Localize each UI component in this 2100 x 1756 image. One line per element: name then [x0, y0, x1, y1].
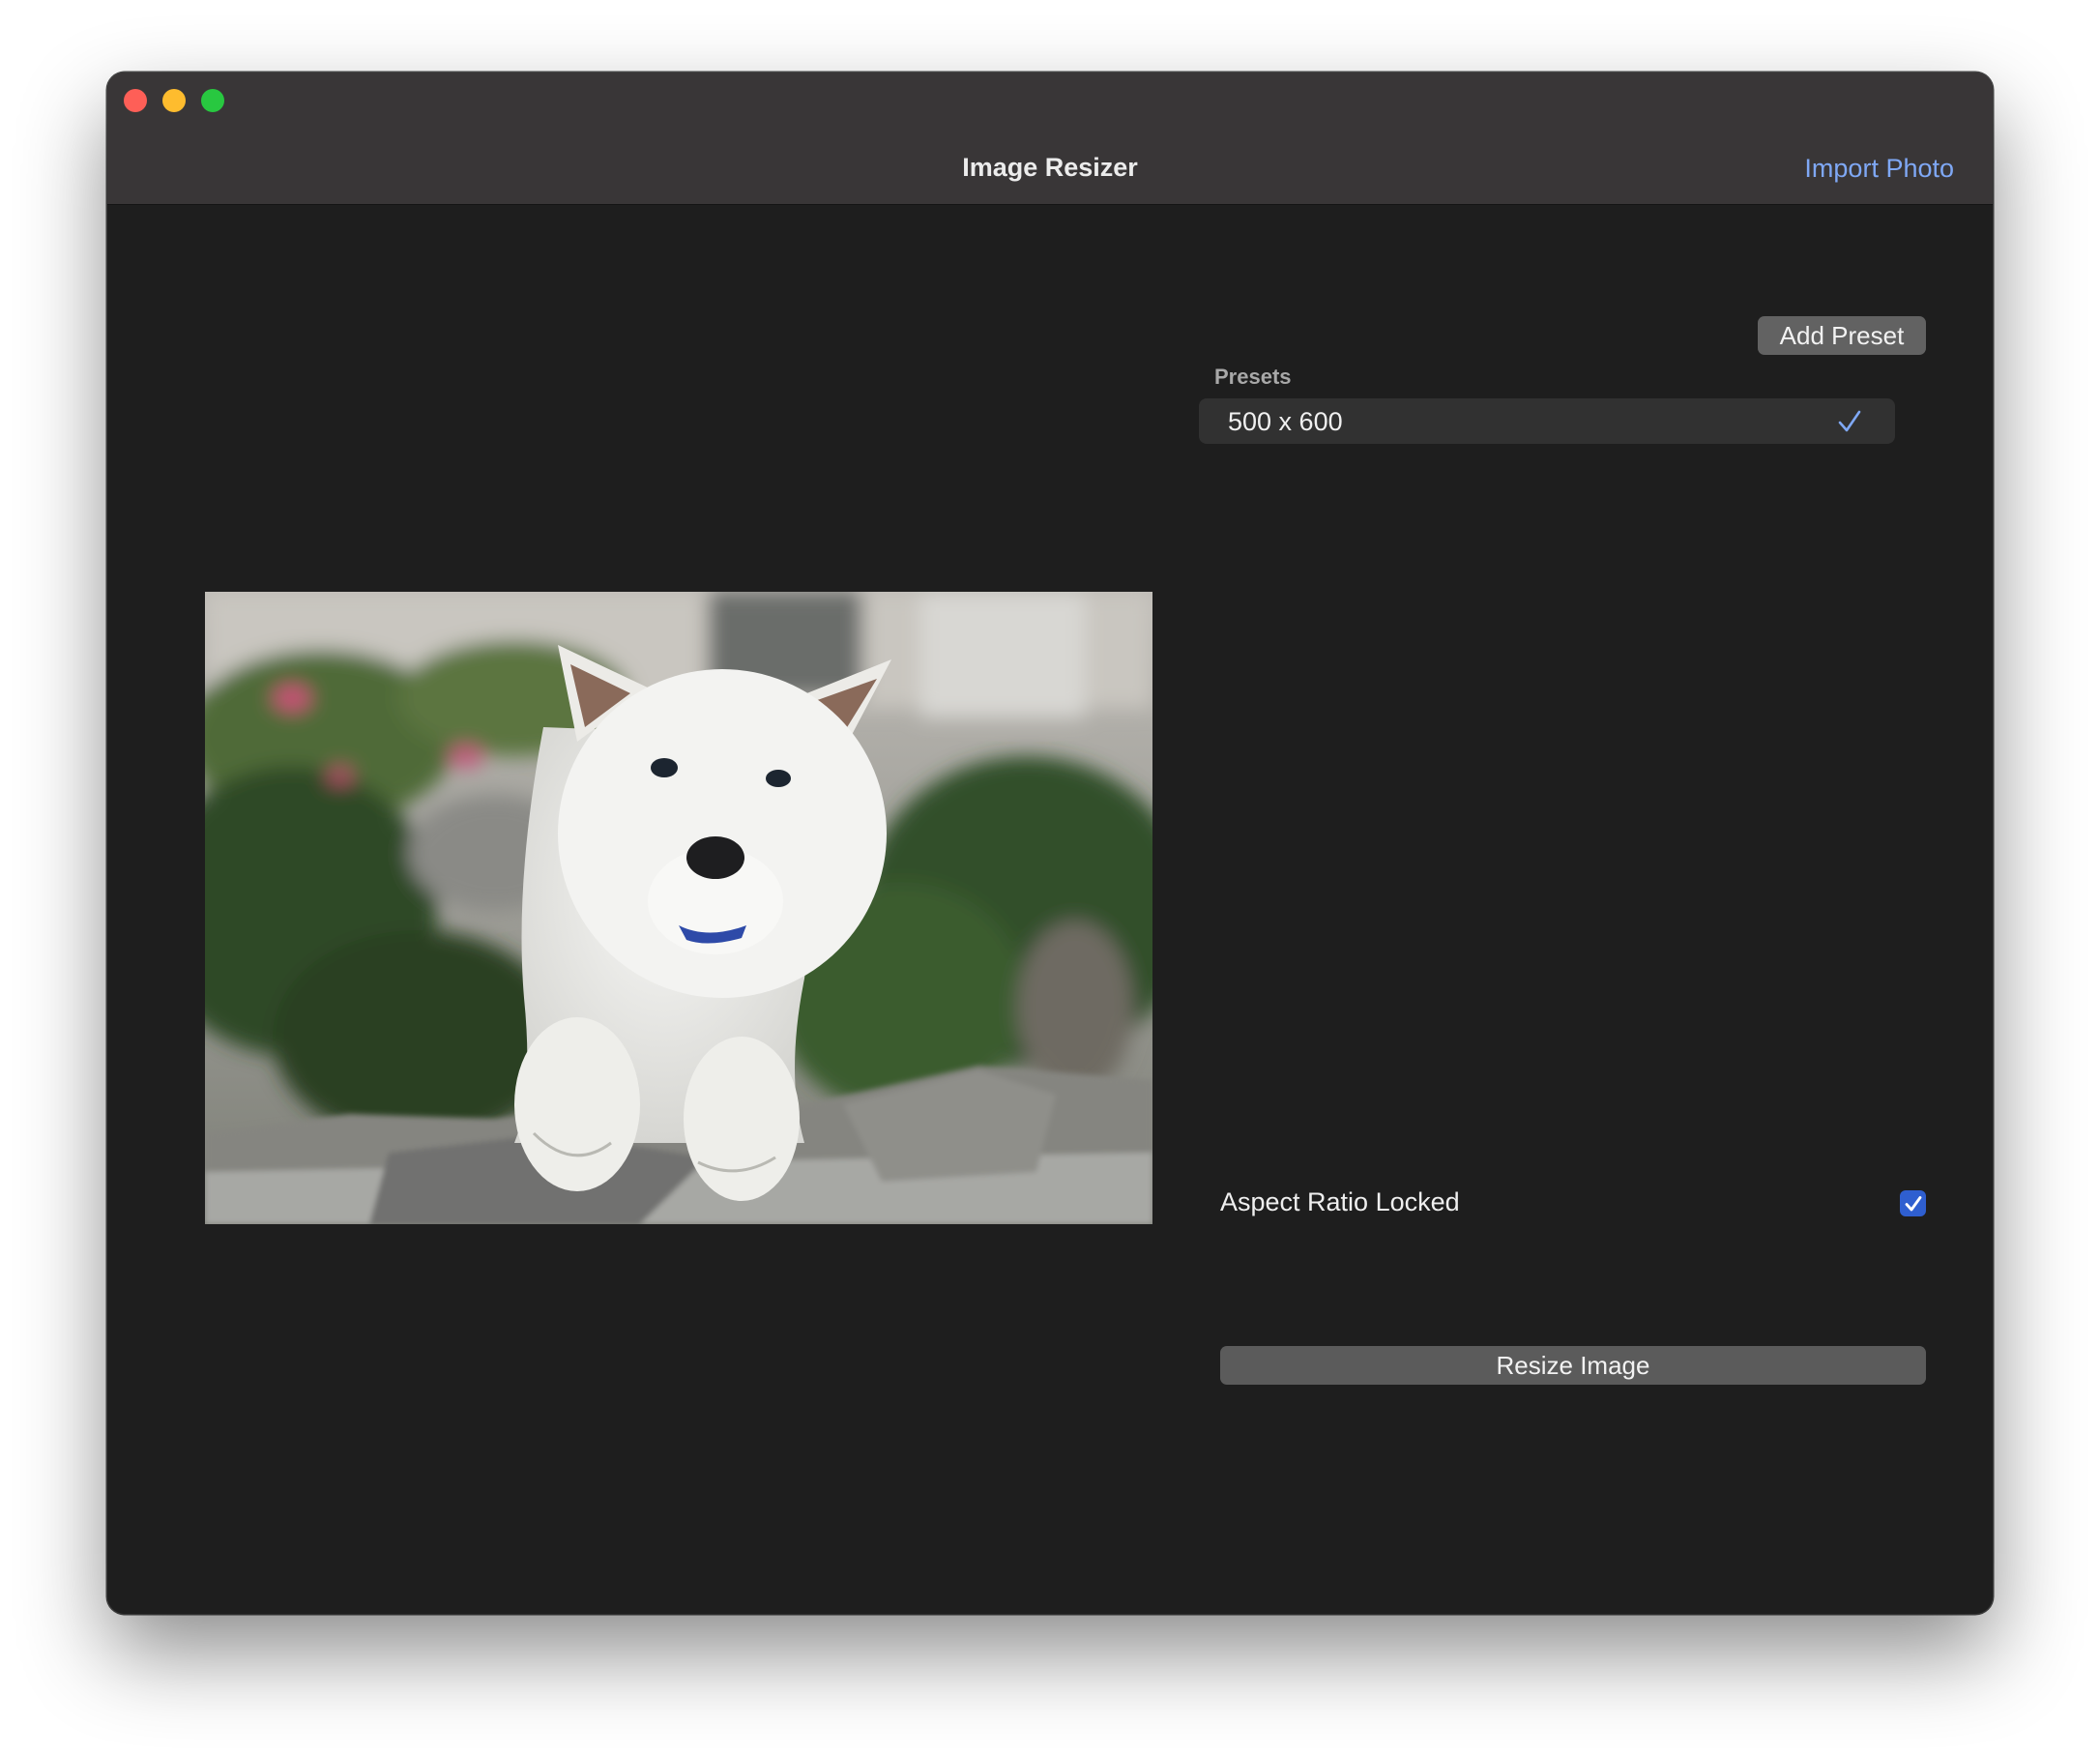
import-photo-button[interactable]: Import Photo — [1804, 154, 1954, 184]
window-title: Image Resizer — [962, 153, 1138, 182]
close-window-button[interactable] — [124, 89, 147, 112]
app-window: Image Resizer Import Photo Add Preset Pr… — [107, 73, 1993, 1614]
photo-preview — [205, 592, 1152, 1224]
preset-list-item[interactable]: 500 x 600 — [1199, 398, 1895, 444]
zoom-window-button[interactable] — [201, 89, 224, 112]
minimize-window-button[interactable] — [162, 89, 186, 112]
checkmark-icon — [1838, 410, 1861, 432]
presets-header: Presets — [1214, 365, 1292, 389]
resize-image-button[interactable]: Resize Image — [1220, 1346, 1926, 1385]
aspect-ratio-checkbox[interactable] — [1900, 1190, 1926, 1216]
title-bar: Image Resizer Import Photo — [107, 73, 1993, 205]
aspect-ratio-label: Aspect Ratio Locked — [1220, 1187, 1460, 1216]
add-preset-button[interactable]: Add Preset — [1758, 316, 1926, 355]
puppy-photo — [205, 592, 1152, 1224]
preset-label: 500 x 600 — [1228, 407, 1343, 436]
checkmark-icon — [1905, 1195, 1921, 1211]
